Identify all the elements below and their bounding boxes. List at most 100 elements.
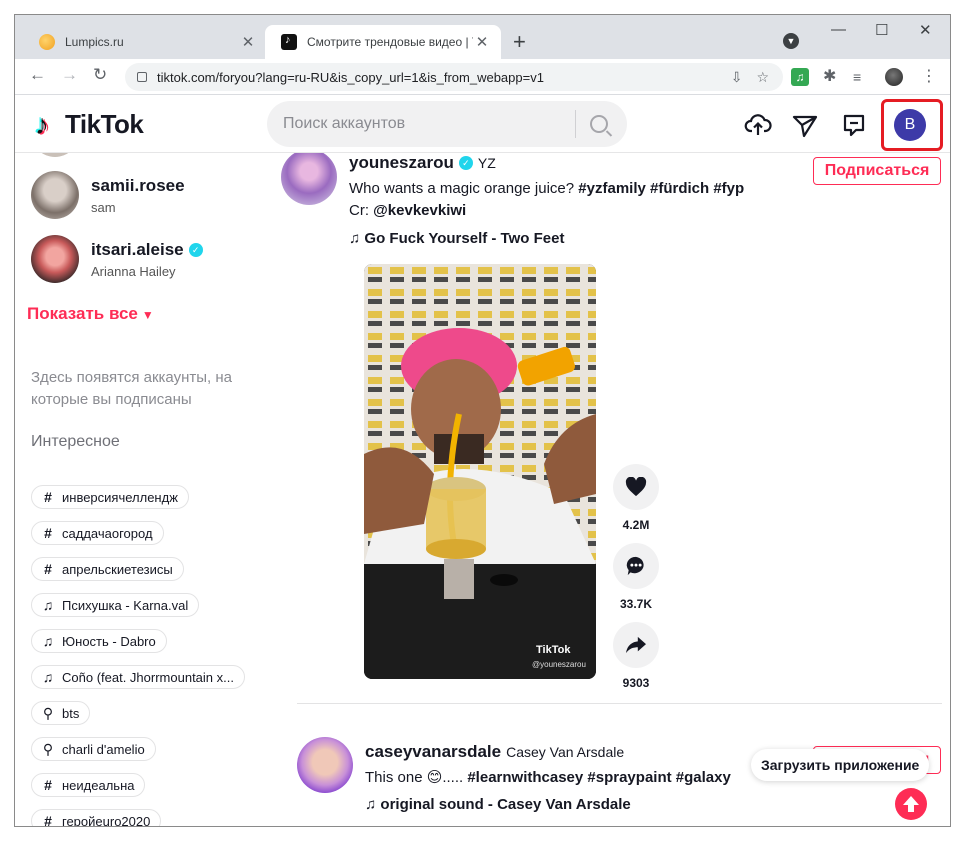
chevron-down-icon: ▼: [141, 308, 154, 322]
discover-chip[interactable]: # неидеальна: [31, 773, 146, 797]
get-app-button[interactable]: Загрузить приложение: [751, 749, 930, 781]
chip-label: Юность - Dabro: [62, 633, 156, 649]
post-description: This one 😊..... #learnwithcasey #spraypa…: [365, 768, 731, 786]
arrow-up-icon: [903, 796, 919, 812]
maximize-icon[interactable]: ☐: [875, 21, 888, 39]
video-watermark: TikTok: [536, 644, 570, 656]
address-bar[interactable]: tiktok.com/foryou?lang=ru-RU&is_copy_url…: [125, 63, 783, 91]
tab-tiktok[interactable]: Смотрите трендовые видео | Ti ✕: [265, 25, 501, 59]
music-note-icon: ♫: [349, 230, 365, 247]
feed: youneszarou ✓ YZ Подписаться Who wants a…: [273, 153, 950, 826]
chip-label: bts: [62, 705, 80, 721]
account-username: itsari.aleise: [91, 239, 184, 259]
search-input[interactable]: [283, 115, 573, 133]
chip-label: неидеальна: [62, 777, 135, 793]
new-tab-icon[interactable]: +: [513, 29, 526, 55]
chip-label: charli d'amelio: [62, 741, 145, 757]
likes-count: 4.2M: [622, 518, 650, 532]
video-player[interactable]: TikTok @youneszarou: [364, 264, 596, 679]
comment-button[interactable]: [613, 543, 659, 589]
search-box: [267, 101, 627, 147]
url-text: tiktok.com/foryou?lang=ru-RU&is_copy_url…: [157, 69, 544, 85]
inbox-send-icon[interactable]: [791, 111, 819, 139]
comment-icon: [626, 556, 644, 576]
post-credit: Cr: @kevkevkiwi: [349, 202, 466, 219]
back-to-top-button[interactable]: [895, 788, 927, 820]
search-icon: ⚲: [42, 740, 54, 757]
hashtag-icon: #: [44, 525, 52, 541]
verified-badge-icon: ✓: [188, 242, 203, 257]
music-extension-icon[interactable]: ♫: [791, 68, 809, 86]
hashtag-icon: #: [44, 561, 52, 577]
browser-profile-avatar[interactable]: [885, 68, 903, 86]
browser-menu-icon[interactable]: ⋮: [921, 68, 939, 86]
discover-chip[interactable]: ⚲ bts: [31, 701, 91, 725]
discover-chip[interactable]: ♫ Coño (feat. Jhorrmountain x...: [31, 665, 245, 689]
suggested-account[interactable]: samii.rosee sam: [31, 171, 185, 219]
reload-icon[interactable]: ↻: [93, 65, 107, 85]
discover-chip[interactable]: # инверсиячеллендж: [31, 485, 189, 509]
forward-icon[interactable]: →: [61, 65, 78, 85]
music-note-icon: ♫: [365, 796, 381, 813]
tiktok-note-icon: ♪ ♪ ♪: [33, 107, 51, 141]
search-icon[interactable]: [590, 115, 608, 133]
tiktok-header: ♪♪♪ TikTok B: [15, 95, 950, 153]
browser-toolbar: ← → ↻ tiktok.com/foryou?lang=ru-RU&is_co…: [15, 59, 950, 95]
install-app-icon[interactable]: ⇩: [731, 69, 743, 86]
tab-search-icon[interactable]: ▼: [783, 33, 799, 49]
like-button[interactable]: [613, 464, 659, 510]
post-author[interactable]: youneszarou ✓ YZ: [349, 153, 496, 173]
discover-chip[interactable]: # саддачаогород: [31, 521, 164, 545]
bookmark-star-icon[interactable]: ☆: [756, 69, 769, 86]
verified-badge-icon: ✓: [458, 156, 473, 170]
tab-lumpics[interactable]: Lumpics.ru ✕: [23, 25, 267, 59]
post-author-avatar[interactable]: [281, 153, 337, 205]
tab-title: Lumpics.ru: [65, 35, 124, 49]
post-music[interactable]: ♫ original sound - Casey Van Arsdale: [365, 796, 631, 813]
sidebar-avatar-partial: [31, 153, 79, 157]
close-tab-icon[interactable]: ✕: [239, 33, 257, 51]
post-hashtags[interactable]: #learnwithcasey #spraypaint #galaxy: [467, 769, 730, 786]
share-button[interactable]: [613, 622, 659, 668]
close-window-icon[interactable]: ✕: [919, 21, 932, 39]
post-divider: [297, 703, 942, 704]
tiktok-logo[interactable]: ♪ ♪ ♪ TikTok: [33, 107, 144, 141]
discover-chip[interactable]: ⚲ charli d'amelio: [31, 737, 156, 761]
show-all-button[interactable]: Показать все ▼: [27, 304, 154, 324]
music-note-icon: ♫: [42, 597, 54, 613]
post-author[interactable]: caseyvanarsdale Casey Van Arsdale: [365, 742, 624, 762]
close-tab-icon[interactable]: ✕: [473, 33, 491, 51]
upload-cloud-icon[interactable]: [744, 111, 772, 139]
profile-avatar-button[interactable]: B: [894, 109, 926, 141]
account-username: samii.rosee: [91, 175, 185, 195]
post-username: caseyvanarsdale: [365, 742, 502, 761]
post-author-avatar[interactable]: [297, 737, 353, 793]
post-music[interactable]: ♫ Go Fuck Yourself - Two Feet: [349, 230, 564, 247]
post-description: Who wants a magic orange juice? #yzfamil…: [349, 180, 744, 197]
post-mention[interactable]: @kevkevkiwi: [373, 202, 466, 219]
discover-chip[interactable]: # геройeuro2020: [31, 809, 162, 826]
suggested-account[interactable]: itsari.aleise ✓ Arianna Hailey: [31, 235, 203, 283]
video-watermark-user: @youneszarou: [532, 660, 586, 669]
discover-chip[interactable]: ♫ Юность - Dabro: [31, 629, 167, 653]
post-hashtags[interactable]: #yzfamily #fürdich #fyp: [578, 180, 744, 197]
logo-text: TikTok: [65, 109, 144, 139]
comments-count: 33.7K: [619, 597, 653, 611]
minimize-icon[interactable]: —: [831, 21, 846, 38]
messages-icon[interactable]: [840, 111, 868, 139]
music-title: Go Fuck Yourself - Two Feet: [364, 230, 565, 247]
follow-button[interactable]: Подписаться: [813, 157, 941, 185]
sidebar: samii.rosee sam itsari.aleise ✓ Arianna H…: [15, 153, 273, 826]
account-nickname: sam: [91, 199, 116, 215]
back-icon[interactable]: ←: [29, 65, 46, 85]
post-username: youneszarou: [349, 153, 454, 172]
chip-label: Coño (feat. Jhorrmountain x...: [62, 669, 234, 685]
extensions-puzzle-icon[interactable]: ✱: [823, 68, 841, 86]
media-queue-icon[interactable]: ≡: [853, 68, 871, 86]
tab-title: Смотрите трендовые видео | Ti: [307, 35, 473, 49]
discover-chip[interactable]: ♫ Психушка - Karna.val: [31, 593, 200, 617]
lock-icon[interactable]: [137, 72, 147, 82]
music-note-icon: ♫: [42, 669, 54, 685]
discover-chip[interactable]: # апрельскиетезисы: [31, 557, 184, 581]
hashtag-icon: #: [44, 777, 52, 793]
